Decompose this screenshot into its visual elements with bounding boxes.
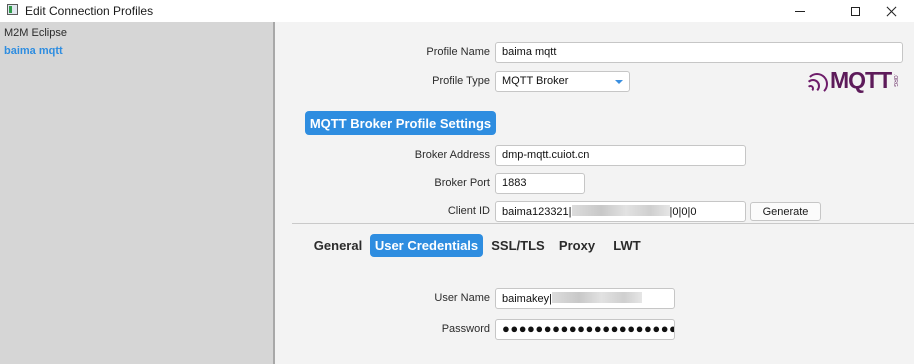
minimize-icon — [795, 10, 805, 12]
user-name-value: baimakey| — [502, 293, 552, 305]
broker-port-input[interactable]: 1883 — [495, 173, 585, 194]
mqtt-logo-text: MQTT — [830, 67, 892, 93]
tab-lwt[interactable]: LWT — [608, 234, 646, 257]
tab-user-credentials[interactable]: User Credentials — [370, 234, 483, 257]
section-divider — [292, 223, 914, 224]
user-name-label: User Name — [434, 292, 490, 304]
client-id-input[interactable]: baima123321| |0|0|0 — [495, 201, 746, 222]
app-window-icon — [7, 4, 18, 15]
profile-list-item-m2m-eclipse[interactable]: M2M Eclipse — [4, 27, 67, 39]
title-bar: Edit Connection Profiles — [0, 0, 914, 22]
signal-waves-icon — [806, 69, 830, 95]
broker-port-label: Broker Port — [434, 177, 490, 189]
close-button[interactable] — [868, 0, 914, 22]
profile-type-value: MQTT Broker — [502, 75, 569, 87]
user-name-input[interactable]: baimakey| — [495, 288, 675, 309]
profile-list-item-baima-mqtt[interactable]: baima mqtt — [4, 45, 63, 57]
tab-general[interactable]: General — [310, 234, 366, 257]
mqtt-logo: MQTT .ORG — [806, 67, 902, 95]
profile-list: M2M Eclipse baima mqtt — [0, 22, 275, 364]
password-input[interactable]: ●●●●●●●●●●●●●●●●●●●●●●●●●●● — [495, 319, 675, 340]
client-id-prefix: baima123321| — [502, 206, 572, 218]
broker-address-input[interactable]: dmp-mqtt.cuiot.cn — [495, 145, 746, 166]
profile-name-label: Profile Name — [426, 46, 490, 58]
broker-settings-header: MQTT Broker Profile Settings — [305, 111, 496, 135]
broker-address-label: Broker Address — [414, 149, 490, 161]
tab-ssl-tls[interactable]: SSL/TLS — [488, 234, 548, 257]
password-label: Password — [441, 323, 490, 335]
redacted-region — [551, 292, 642, 303]
client-id-suffix: |0|0|0 — [669, 206, 697, 218]
profile-type-label: Profile Type — [432, 75, 490, 87]
minimize-button[interactable] — [777, 0, 823, 22]
profile-type-select[interactable]: MQTT Broker — [495, 71, 630, 92]
redacted-region — [571, 205, 670, 216]
close-icon — [886, 6, 897, 17]
profile-name-input[interactable]: baima mqtt — [495, 42, 903, 63]
tab-proxy[interactable]: Proxy — [555, 234, 599, 257]
chevron-down-icon — [615, 80, 623, 84]
mqtt-logo-org: .ORG — [892, 73, 899, 87]
client-id-label: Client ID — [447, 205, 490, 217]
window-title: Edit Connection Profiles — [25, 4, 154, 18]
generate-button[interactable]: Generate — [750, 202, 821, 221]
maximize-icon — [850, 6, 860, 16]
